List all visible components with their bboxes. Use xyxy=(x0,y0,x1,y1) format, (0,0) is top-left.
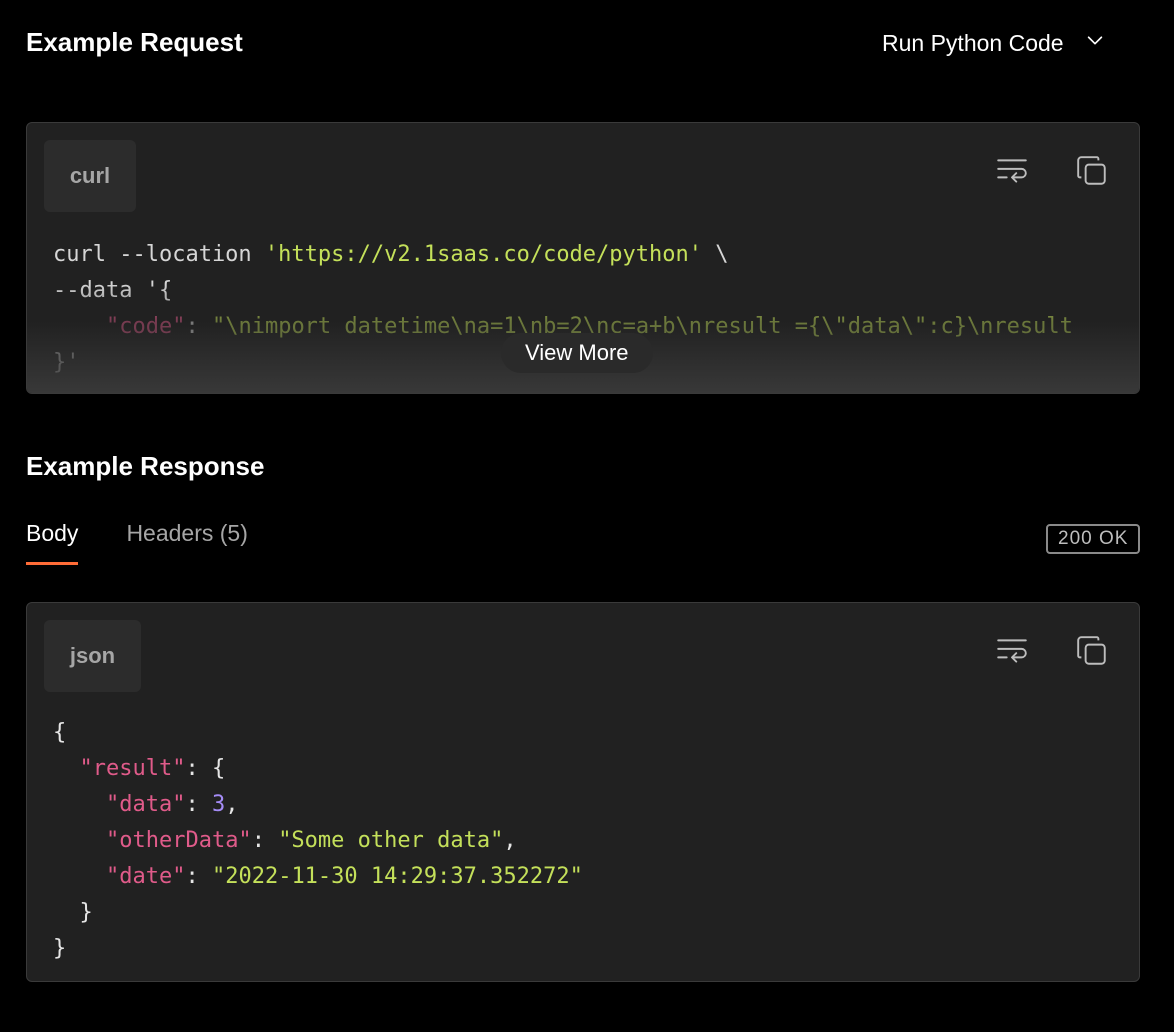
code-token: \ xyxy=(702,242,729,267)
code-string: "Some other data" xyxy=(278,828,504,853)
code-token: } xyxy=(79,900,93,925)
code-token: : { xyxy=(185,756,226,781)
chevron-down-icon xyxy=(1084,29,1106,57)
copy-icon[interactable] xyxy=(1074,153,1110,189)
wrap-text-icon[interactable] xyxy=(994,633,1030,669)
language-tab-curl[interactable]: curl xyxy=(44,140,136,212)
code-key: "data" xyxy=(105,792,186,817)
api-docs-page: Example Request Run Python Code curl cur… xyxy=(0,0,1174,1032)
copy-icon[interactable] xyxy=(1074,633,1110,669)
request-code-card: curl curl --location 'https://v2.1saas.c… xyxy=(26,122,1140,394)
code-string: "2022-11-30 14:29:37.352272" xyxy=(211,864,583,889)
code-number: 3 xyxy=(211,792,226,817)
tab-body[interactable]: Body xyxy=(26,520,79,565)
code-token: : xyxy=(185,314,212,339)
status-badge: 200 OK xyxy=(1046,524,1141,554)
response-code-block: { "result": { "data": 3, "otherData": "S… xyxy=(53,720,583,961)
code-key: "date" xyxy=(105,864,186,889)
code-key: "otherData" xyxy=(105,828,252,853)
code-token: --data '{ xyxy=(53,278,173,303)
tab-headers[interactable]: Headers (5) xyxy=(126,520,247,561)
view-more-button[interactable]: View More xyxy=(501,333,653,373)
code-key: "result" xyxy=(79,756,186,781)
code-token: curl --location xyxy=(53,242,265,267)
example-select-label: Run Python Code xyxy=(882,29,1064,56)
response-code-card: json { "result": { "data": 3, "otherData… xyxy=(26,602,1140,982)
code-token: { xyxy=(53,720,67,745)
code-token: }' xyxy=(53,350,80,375)
example-request-title: Example Request xyxy=(26,27,243,57)
response-tabs: Body Headers (5) xyxy=(26,520,248,565)
code-key: "code" xyxy=(105,314,186,339)
example-select-dropdown[interactable]: Run Python Code xyxy=(870,24,1118,62)
wrap-text-icon[interactable] xyxy=(994,153,1030,189)
code-token: } xyxy=(53,936,67,961)
code-url: 'https://v2.1saas.co/code/python' xyxy=(264,242,703,267)
language-tab-json[interactable]: json xyxy=(44,620,141,692)
example-response-title: Example Response xyxy=(26,451,265,481)
